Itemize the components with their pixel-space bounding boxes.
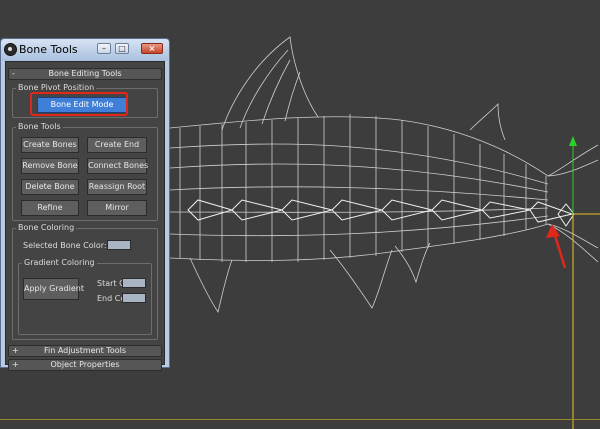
bone-tools-window: Bone Tools – □ × - Bone Editing Tools Bo…: [0, 38, 170, 371]
rollout-sign: +: [12, 346, 19, 355]
maximize-icon[interactable]: □: [115, 43, 129, 54]
group-label: Bone Coloring: [16, 223, 77, 232]
rollout-bone-editing-tools[interactable]: - Bone Editing Tools: [8, 68, 162, 80]
reassign-root-button[interactable]: Reassign Root: [87, 179, 147, 195]
window-title: Bone Tools: [19, 43, 78, 56]
close-icon[interactable]: ×: [141, 43, 163, 54]
rollout-sign: +: [12, 360, 19, 369]
connect-bones-button[interactable]: Connect Bones: [87, 158, 148, 174]
apply-gradient-button[interactable]: Apply Gradient: [23, 278, 84, 300]
grid-line: [0, 419, 600, 420]
red-arrow-icon: [546, 224, 567, 269]
highlight-box: [30, 92, 128, 116]
rollout-label: Fin Adjustment Tools: [43, 346, 127, 355]
rollout-sign: -: [12, 69, 15, 78]
group-label: Bone Pivot Position: [16, 83, 97, 92]
rollout-object-properties[interactable]: + Object Properties: [8, 359, 162, 371]
create-bones-button[interactable]: Create Bones: [21, 137, 79, 153]
rollout-label: Bone Editing Tools: [48, 69, 122, 78]
group-bone-tools: Bone Tools Create Bones Create End Remov…: [12, 122, 158, 221]
app-icon: [4, 43, 17, 56]
selected-bone-color-swatch[interactable]: [107, 240, 131, 250]
rollout-fin-adjustment-tools[interactable]: + Fin Adjustment Tools: [8, 345, 162, 357]
title-bar[interactable]: Bone Tools – □ ×: [1, 39, 169, 61]
selected-bone-color-label: Selected Bone Color:: [23, 241, 107, 250]
transform-gizmo-icon[interactable]: [569, 136, 600, 429]
group-label: Bone Tools: [16, 122, 63, 131]
panel-content: - Bone Editing Tools Bone Pivot Position…: [5, 61, 165, 371]
refine-button[interactable]: Refine: [21, 200, 79, 216]
remove-bone-button[interactable]: Remove Bone: [21, 158, 79, 174]
start-color-swatch[interactable]: [122, 278, 146, 288]
create-end-button[interactable]: Create End: [87, 137, 147, 153]
end-color-swatch[interactable]: [122, 293, 146, 303]
rollout-label: Object Properties: [50, 360, 120, 369]
group-label: Gradient Coloring: [22, 258, 97, 267]
group-bone-coloring: Bone Coloring Selected Bone Color: Gradi…: [12, 223, 158, 340]
mirror-button[interactable]: Mirror: [87, 200, 147, 216]
delete-bone-button[interactable]: Delete Bone: [21, 179, 79, 195]
minimize-icon[interactable]: –: [97, 43, 111, 54]
group-gradient-coloring: Gradient Coloring Apply Gradient Start C…: [18, 258, 152, 335]
